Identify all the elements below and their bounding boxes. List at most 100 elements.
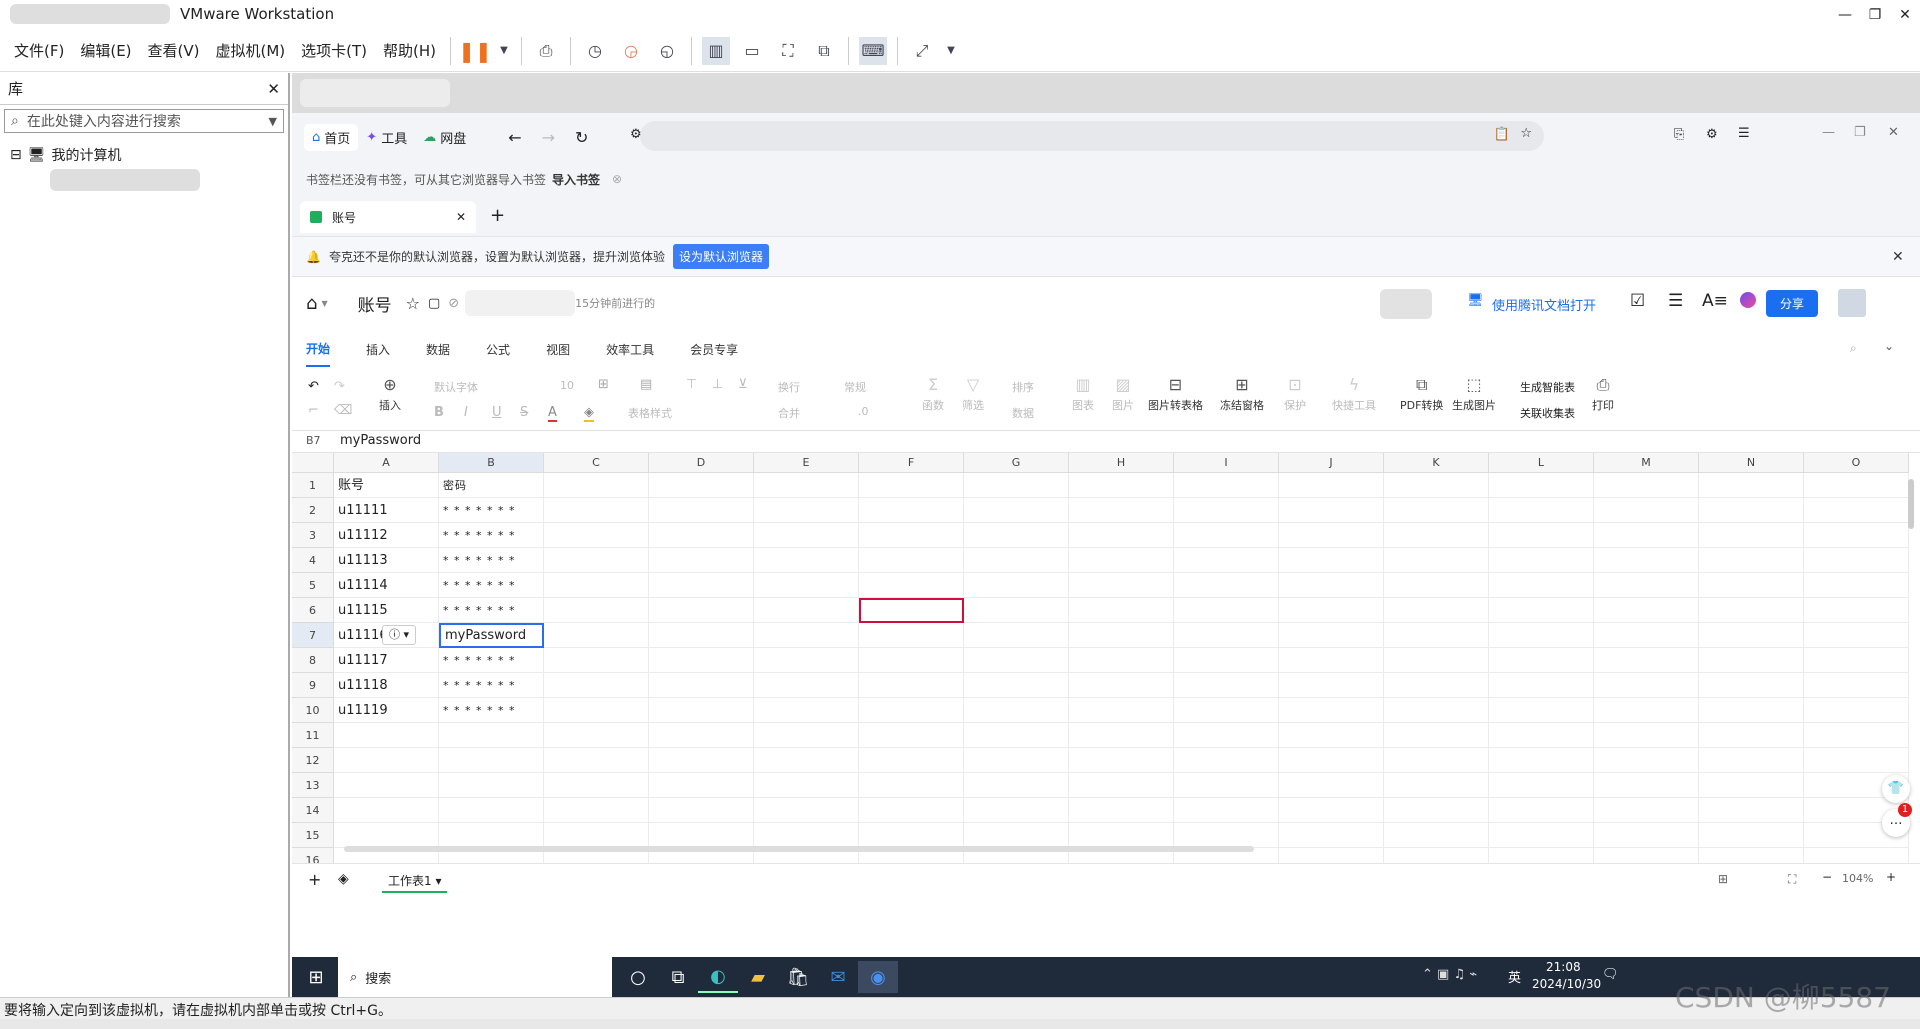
new-tab-icon[interactable]: +: [490, 205, 505, 226]
decimal-label[interactable]: .0: [858, 405, 869, 418]
image-to-table-button[interactable]: ⊟ 图片转表格: [1148, 375, 1203, 413]
table-cell[interactable]: [1279, 773, 1384, 798]
column-header[interactable]: B: [439, 453, 544, 473]
taskbar-search[interactable]: ⌕ 搜索: [338, 957, 612, 997]
table-cell[interactable]: [544, 773, 649, 798]
table-cell[interactable]: [649, 748, 754, 773]
row-header[interactable]: 12: [292, 748, 334, 773]
table-cell[interactable]: [859, 798, 964, 823]
protect-button[interactable]: ⊡ 保护: [1284, 375, 1306, 413]
table-cell[interactable]: [964, 648, 1069, 673]
table-cell[interactable]: [754, 723, 859, 748]
table-cell[interactable]: [1594, 698, 1699, 723]
row-header[interactable]: 14: [292, 798, 334, 823]
table-cell[interactable]: [964, 573, 1069, 598]
collect-form-button[interactable]: 关联收集表: [1520, 405, 1575, 421]
fill-color-icon[interactable]: ◈: [584, 405, 594, 422]
row-header[interactable]: 9: [292, 673, 334, 698]
table-cell[interactable]: [1489, 823, 1594, 848]
table-cell[interactable]: [1174, 773, 1279, 798]
extensions-icon[interactable]: ⚙: [1706, 127, 1718, 142]
table-cell[interactable]: [1279, 648, 1384, 673]
cell-account[interactable]: u11113: [334, 548, 439, 573]
cell-account[interactable]: [334, 748, 439, 773]
table-cell[interactable]: [544, 823, 649, 848]
table-cell[interactable]: [1279, 748, 1384, 773]
table-cell[interactable]: [1069, 773, 1174, 798]
zoom-in-icon[interactable]: +: [1886, 870, 1896, 884]
table-cell[interactable]: [544, 623, 649, 648]
table-cell[interactable]: [1069, 473, 1174, 498]
column-header[interactable]: G: [964, 453, 1069, 473]
zoom-level[interactable]: 104%: [1842, 872, 1873, 885]
data-label[interactable]: 数据: [1012, 405, 1034, 421]
full-screen-icon[interactable]: ⛶: [774, 37, 802, 65]
table-cell[interactable]: [1489, 548, 1594, 573]
reload-icon[interactable]: ↻: [575, 128, 588, 147]
close-icon[interactable]: ✕: [1888, 125, 1899, 140]
table-cell[interactable]: [1174, 823, 1279, 848]
table-cell[interactable]: [1384, 748, 1489, 773]
table-cell[interactable]: [1699, 823, 1804, 848]
row-header[interactable]: 1: [292, 473, 334, 498]
menu-tabs[interactable]: 选项卡(T): [293, 40, 375, 61]
table-cell[interactable]: [1594, 623, 1699, 648]
align-middle-icon[interactable]: ⊥: [712, 377, 723, 392]
close-icon[interactable]: ✕: [1892, 249, 1904, 265]
cell-account[interactable]: u11115: [334, 598, 439, 623]
table-cell[interactable]: [1384, 573, 1489, 598]
table-cell[interactable]: [1594, 673, 1699, 698]
table-cell[interactable]: [1699, 548, 1804, 573]
table-cell[interactable]: [544, 573, 649, 598]
tab-efficiency[interactable]: 效率工具: [606, 333, 654, 366]
fit-icon[interactable]: ⛶: [1788, 872, 1796, 887]
table-cell[interactable]: [1699, 748, 1804, 773]
set-default-button[interactable]: 设为默认浏览器: [672, 244, 769, 269]
table-cell[interactable]: [1384, 848, 1489, 863]
table-cell[interactable]: [649, 648, 754, 673]
table-cell[interactable]: [544, 648, 649, 673]
number-format-select[interactable]: 常规: [844, 379, 866, 395]
tab-insert[interactable]: 插入: [366, 333, 390, 366]
input-language[interactable]: 英: [1508, 967, 1521, 986]
table-cell[interactable]: [1279, 498, 1384, 523]
table-cell[interactable]: [544, 548, 649, 573]
table-cell[interactable]: [1279, 623, 1384, 648]
table-cell[interactable]: [964, 673, 1069, 698]
skin-icon[interactable]: 👕: [1882, 775, 1910, 803]
table-cell[interactable]: [649, 548, 754, 573]
table-cell[interactable]: [754, 548, 859, 573]
table-cell[interactable]: [544, 798, 649, 823]
table-cell[interactable]: [544, 523, 649, 548]
table-cell[interactable]: [754, 573, 859, 598]
table-cell[interactable]: [1384, 698, 1489, 723]
cell-password[interactable]: * * * * * * *: [439, 573, 544, 598]
pause-icon[interactable]: ❚❚: [458, 37, 492, 65]
table-cell[interactable]: [1279, 698, 1384, 723]
table-cell[interactable]: [1174, 523, 1279, 548]
table-cell[interactable]: [1489, 623, 1594, 648]
table-cell[interactable]: [1489, 648, 1594, 673]
cell-account[interactable]: u11118: [334, 673, 439, 698]
menu-help[interactable]: 帮助(H): [375, 40, 444, 61]
cell-password[interactable]: 密码: [439, 473, 544, 498]
collapse-ribbon-icon[interactable]: ⌄: [1884, 339, 1894, 353]
table-cell[interactable]: [1279, 723, 1384, 748]
minimize-button[interactable]: —: [1830, 0, 1860, 30]
cell-account[interactable]: [334, 773, 439, 798]
table-cell[interactable]: [964, 748, 1069, 773]
cell-password[interactable]: [439, 723, 544, 748]
cortana-icon[interactable]: ○: [618, 961, 658, 993]
sheet-tab[interactable]: 工作表1 ▾: [382, 870, 448, 893]
table-cell[interactable]: [1804, 548, 1909, 573]
table-cell[interactable]: [1699, 648, 1804, 673]
cell-password[interactable]: * * * * * * *: [439, 698, 544, 723]
tab-tools[interactable]: ✦ 工具: [358, 124, 415, 151]
table-cell[interactable]: [1069, 548, 1174, 573]
redo-icon[interactable]: ↷: [334, 379, 345, 394]
column-header[interactable]: I: [1174, 453, 1279, 473]
table-cell[interactable]: [1069, 823, 1174, 848]
sidebar-icon[interactable]: ⎘: [1674, 127, 1684, 142]
table-cell[interactable]: [1699, 498, 1804, 523]
cell-password[interactable]: * * * * * * *: [439, 498, 544, 523]
